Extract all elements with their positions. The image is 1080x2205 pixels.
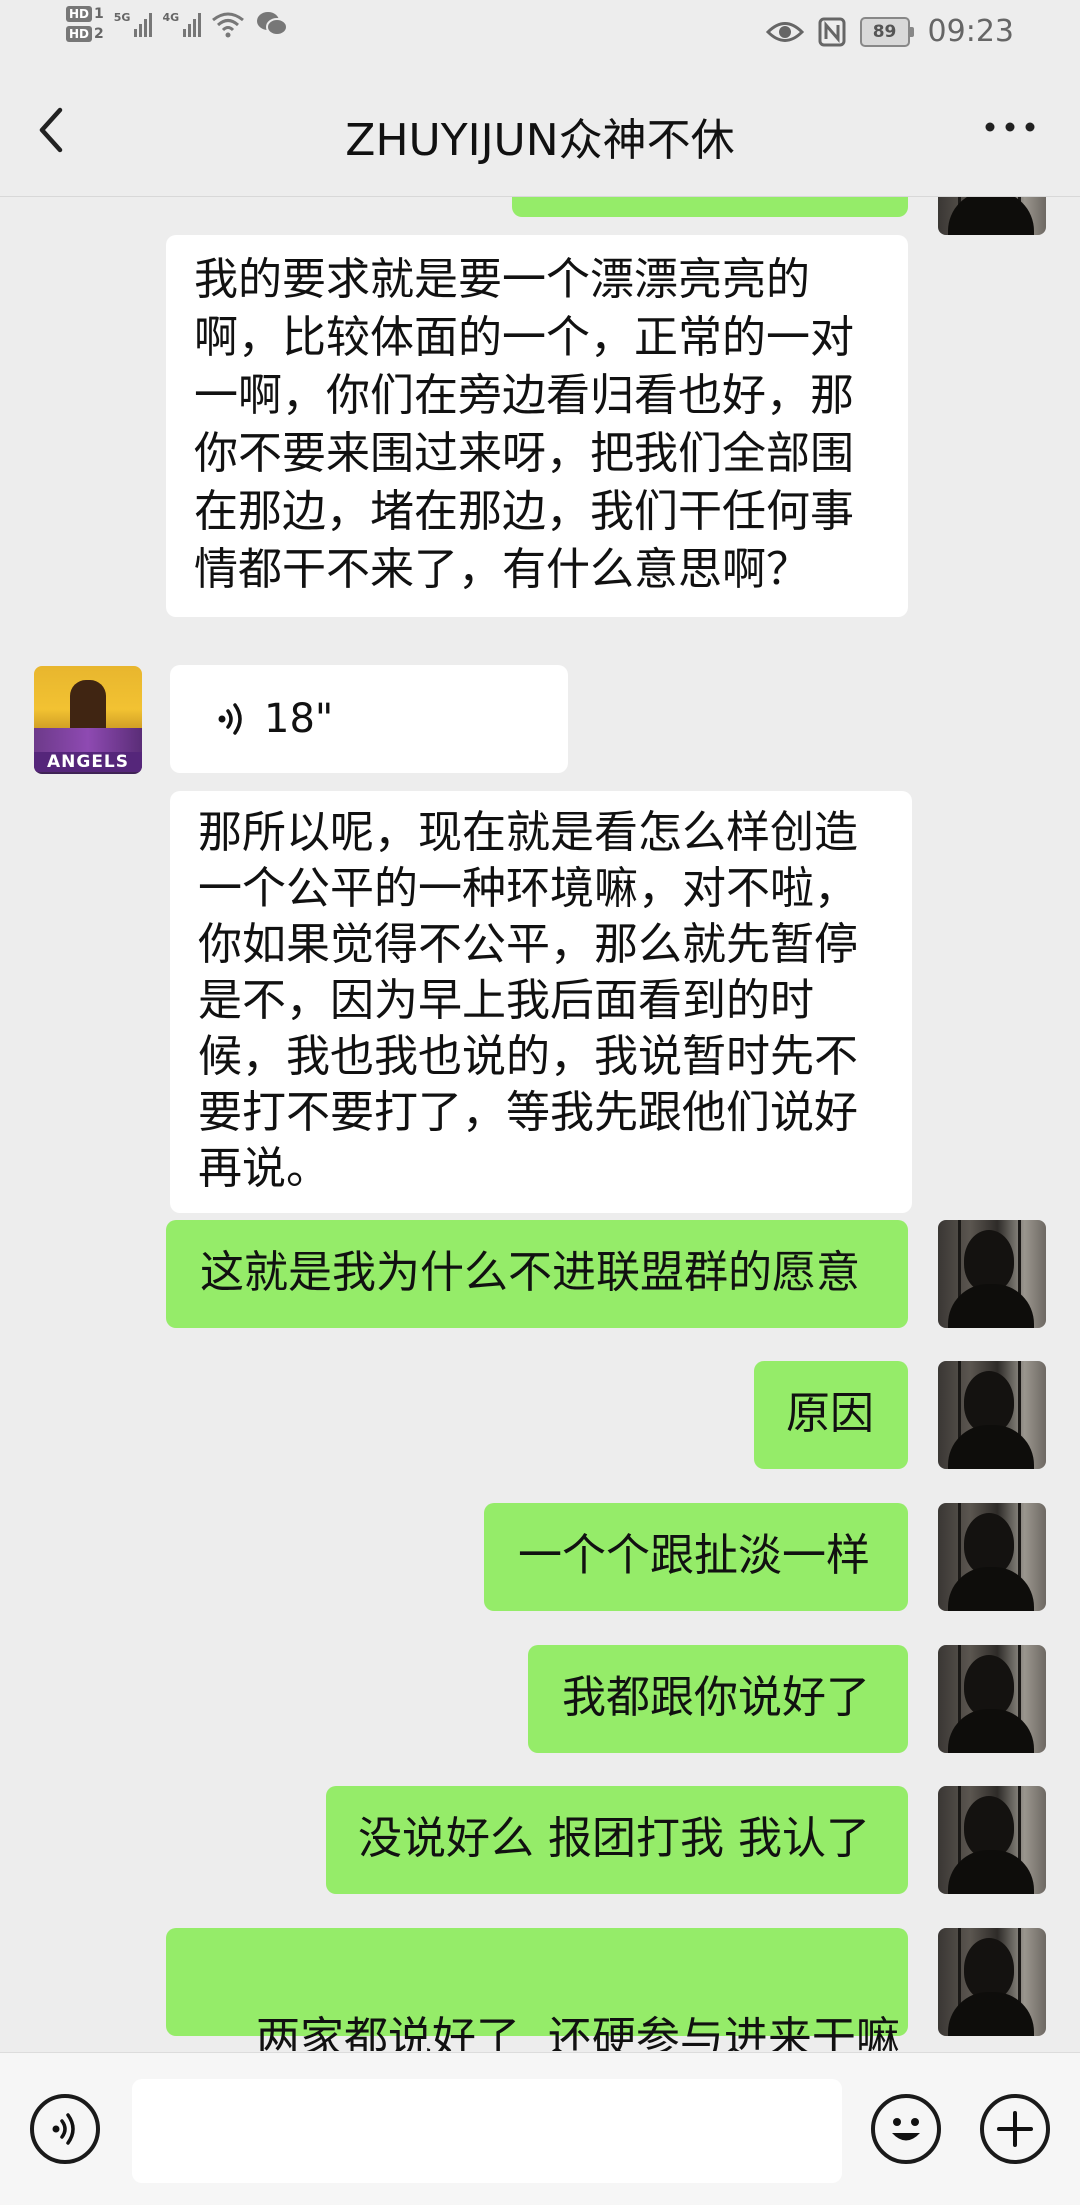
input-bar	[0, 2052, 1080, 2205]
message-bubble-received[interactable]: 我的要求就是要一个漂漂亮亮的啊，比较体面的一个，正常的一对一啊，你们在旁边看归看…	[166, 235, 908, 617]
signal-5g-icon: 5G	[114, 11, 153, 37]
more-functions-button[interactable]	[980, 2094, 1050, 2164]
emoji-icon	[892, 2118, 920, 2141]
voice-wave-icon	[218, 703, 242, 735]
message-bubble-partial[interactable]	[512, 197, 908, 217]
message-bubble-sent[interactable]: 这就是我为什么不进联盟群的愿意	[166, 1220, 908, 1328]
message-input[interactable]	[132, 2079, 842, 2183]
hd2-indicator: HD 2	[66, 26, 104, 42]
message-bubble-received[interactable]: 那所以呢，现在就是看怎么样创造一个公平的一种环境嘛，对不啦，你如果觉得不公平，那…	[170, 791, 912, 1213]
emoji-button[interactable]	[871, 2094, 941, 2164]
voice-message[interactable]: 18"	[170, 665, 568, 773]
message-bubble-sent[interactable]: 一个个跟扯淡一样	[484, 1503, 908, 1611]
message-bubble-sent[interactable]: 没说好么 报团打我 我认了	[326, 1786, 908, 1894]
nfc-icon	[818, 17, 846, 46]
status-bar: HD 1 HD 2 5G 4G 89 09:23	[0, 0, 1080, 72]
status-left: HD 1 HD 2 5G 4G	[66, 6, 289, 42]
battery-icon: 89	[859, 16, 914, 47]
avatar-contact[interactable]: ANGELS	[34, 666, 142, 774]
avatar-self[interactable]	[938, 1361, 1046, 1469]
voice-toggle-icon	[52, 2113, 75, 2145]
message-bubble-sent[interactable]: 两家都说好了 还硬参与进来干嘛	[166, 1928, 908, 2051]
avatar-self[interactable]	[938, 1503, 1046, 1611]
chat-area[interactable]: 我的要求就是要一个漂漂亮亮的啊，比较体面的一个，正常的一对一啊，你们在旁边看归看…	[0, 197, 1080, 2051]
hd1-indicator: HD 1	[66, 6, 104, 22]
avatar-self-partial[interactable]	[938, 197, 1046, 235]
more-icon[interactable]	[980, 112, 1040, 142]
eye-icon	[765, 21, 804, 42]
title-bar: ZHUYIJUN众神不休	[0, 72, 1080, 197]
message-bubble-sent[interactable]: 我都跟你说好了	[528, 1645, 908, 1753]
avatar-self[interactable]	[938, 1786, 1046, 1894]
avatar-self[interactable]	[938, 1928, 1046, 2036]
signal-4g-icon: 4G	[162, 11, 202, 37]
wifi-icon	[212, 12, 245, 38]
page-title: ZHUYIJUN众神不休	[345, 115, 735, 166]
avatar-self[interactable]	[938, 1220, 1046, 1328]
voice-toggle-button[interactable]	[30, 2094, 100, 2164]
plus-icon	[997, 2111, 1033, 2147]
hd-indicators: HD 1 HD 2	[66, 6, 104, 42]
clock: 09:23	[927, 14, 1014, 49]
avatar-self[interactable]	[938, 1645, 1046, 1753]
message-bubble-sent[interactable]: 原因	[754, 1361, 908, 1469]
wechat-icon	[257, 12, 289, 36]
status-right: 89 09:23	[765, 14, 1014, 49]
